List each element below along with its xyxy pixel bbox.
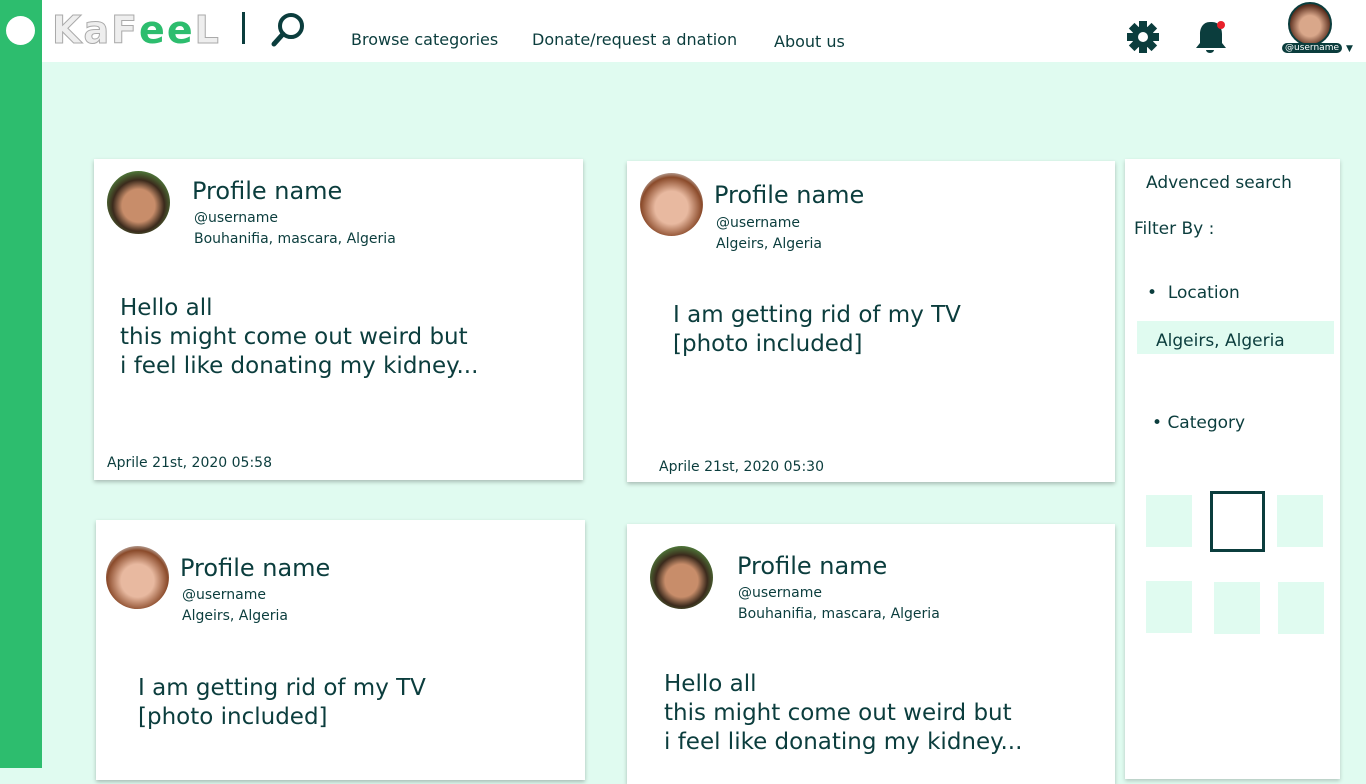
category-tile[interactable]: [1277, 495, 1323, 547]
advanced-search-panel: Advenced search Filter By : • Location A…: [1125, 159, 1340, 779]
post-date: Aprile 21st, 2020 05:30: [659, 459, 824, 475]
profile-name[interactable]: Profile name: [737, 552, 887, 580]
profile-name[interactable]: Profile name: [180, 554, 330, 582]
nav-donate[interactable]: Donate/request a dnation: [532, 30, 737, 49]
profile-name[interactable]: Profile name: [192, 177, 342, 205]
location: Algeirs, Algeria: [182, 608, 288, 624]
category-tile[interactable]: [1146, 495, 1192, 547]
menu-button[interactable]: [6, 16, 35, 45]
filter-category[interactable]: • Category: [1152, 413, 1245, 433]
avatar: [106, 546, 169, 609]
category-tile[interactable]: [1214, 582, 1260, 634]
location: Bouhanifia, mascara, Algeria: [194, 231, 396, 247]
avatar: [640, 173, 703, 236]
location-label: Location: [1167, 283, 1240, 303]
filter-label: Filter By :: [1134, 219, 1215, 239]
chevron-down-icon[interactable]: ▼: [1346, 44, 1353, 54]
category-label: Category: [1167, 413, 1246, 433]
username: @username: [716, 215, 800, 231]
filter-location[interactable]: • Location: [1147, 283, 1240, 303]
search-icon[interactable]: [270, 10, 308, 50]
category-tile[interactable]: [1278, 582, 1324, 634]
nav-browse-categories[interactable]: Browse categories: [351, 30, 498, 49]
location: Bouhanifia, mascara, Algeria: [738, 606, 940, 622]
category-tile[interactable]: [1146, 581, 1192, 633]
username: @username: [182, 587, 266, 603]
post-card[interactable]: Profile name @username Algeirs, Algeria …: [627, 161, 1115, 482]
post-body: Hello all this might come out weird but …: [664, 671, 1023, 755]
username: @username: [738, 585, 822, 601]
post-card[interactable]: Profile name @username Bouhanifia, masca…: [627, 524, 1115, 784]
post-body: I am getting rid of my TV [photo include…: [673, 302, 961, 357]
avatar: [650, 546, 713, 609]
logo[interactable]: KaFeeL: [51, 8, 221, 53]
location: Algeirs, Algeria: [716, 236, 822, 252]
avatar: [107, 171, 170, 234]
profile-name[interactable]: Profile name: [714, 181, 864, 209]
post-date: Aprile 21st, 2020 05:58: [107, 455, 272, 471]
username: @username: [194, 210, 278, 226]
panel-title: Advenced search: [1146, 173, 1292, 193]
sidebar: [0, 0, 42, 768]
location-field[interactable]: Algeirs, Algeria: [1137, 321, 1334, 354]
category-tile-selected[interactable]: [1210, 491, 1265, 552]
top-bar: KaFeeL Browse categories Donate/request …: [42, 0, 1366, 62]
post-card[interactable]: Profile name @username Algeirs, Algeria …: [96, 520, 585, 780]
gear-icon[interactable]: [1126, 20, 1160, 54]
post-body: I am getting rid of my TV [photo include…: [138, 675, 426, 730]
username-badge[interactable]: @username: [1282, 43, 1342, 53]
bell-icon[interactable]: [1192, 18, 1232, 56]
post-card[interactable]: Profile name @username Bouhanifia, masca…: [94, 159, 583, 480]
divider: [242, 12, 245, 44]
post-body: Hello all this might come out weird but …: [120, 295, 479, 379]
nav-about[interactable]: About us: [774, 32, 845, 51]
avatar[interactable]: [1288, 2, 1332, 46]
